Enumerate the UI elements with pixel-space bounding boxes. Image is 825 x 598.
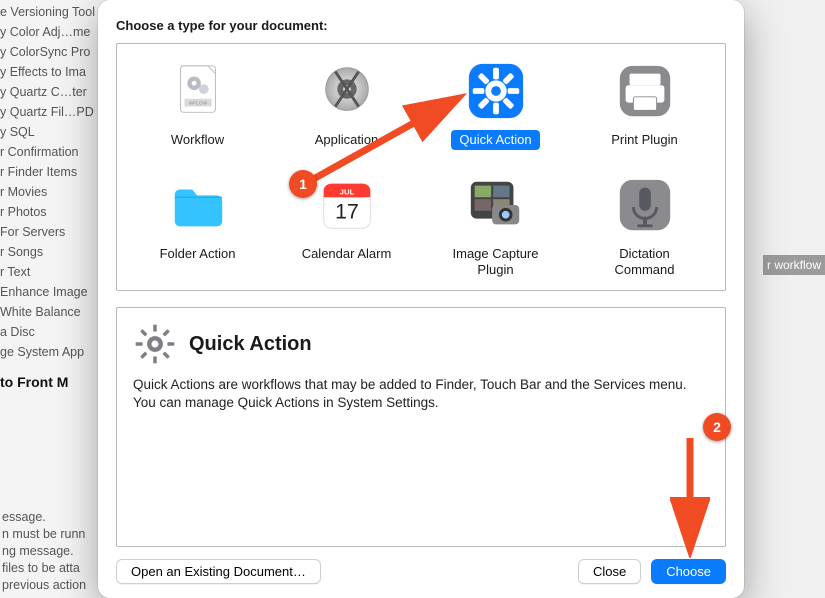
document-type-label: Dictation Command bbox=[607, 244, 683, 280]
document-type-label: Workflow bbox=[163, 130, 232, 150]
background-sidebar-item: For Servers bbox=[0, 222, 109, 242]
document-type-label: Image Capture Plugin bbox=[445, 244, 547, 280]
svg-text:WFLOW: WFLOW bbox=[188, 101, 207, 107]
background-sidebar-bold-row: to Front M bbox=[0, 362, 109, 398]
document-type-folder-action[interactable]: Folder Action bbox=[127, 172, 268, 280]
description-body: Quick Actions are workflows that may be … bbox=[133, 376, 709, 412]
open-existing-button[interactable]: Open an Existing Document… bbox=[116, 559, 321, 584]
background-sidebar-item: ge System App bbox=[0, 342, 109, 362]
background-sidebar-item: r Confirmation bbox=[0, 142, 109, 162]
background-sidebar-item: r Finder Items bbox=[0, 162, 109, 182]
document-type-dictation-command[interactable]: Dictation Command bbox=[574, 172, 715, 280]
calendar-alarm-icon: JUL 17 bbox=[314, 172, 380, 238]
annotation-step-2: 2 bbox=[703, 413, 731, 441]
description-title: Quick Action bbox=[189, 333, 312, 356]
document-chooser-sheet: Choose a type for your document: WFLOW W… bbox=[98, 0, 744, 598]
document-type-print-plugin[interactable]: Print Plugin bbox=[574, 58, 715, 150]
sheet-title: Choose a type for your document: bbox=[116, 18, 726, 33]
print-plugin-icon bbox=[612, 58, 678, 124]
quick-action-icon bbox=[463, 58, 529, 124]
document-type-label: Folder Action bbox=[152, 244, 244, 264]
background-right-chip: r workflow bbox=[763, 255, 825, 275]
workflow-icon: WFLOW bbox=[165, 58, 231, 124]
document-type-label: Calendar Alarm bbox=[294, 244, 400, 264]
document-type-label: Quick Action bbox=[451, 130, 539, 150]
dictation-icon bbox=[612, 172, 678, 238]
svg-text:JUL: JUL bbox=[339, 187, 354, 196]
annotation-step-1: 1 bbox=[289, 170, 317, 198]
background-sidebar-item: y Quartz Fil…PD bbox=[0, 102, 109, 122]
svg-text:17: 17 bbox=[335, 200, 359, 224]
document-type-grid: WFLOW Workflow Application bbox=[127, 58, 715, 280]
background-sidebar-item: r Songs bbox=[0, 242, 109, 262]
background-sidebar-item: y Effects to Ima bbox=[0, 62, 109, 82]
description-frame: Quick Action Quick Actions are workflows… bbox=[116, 307, 726, 547]
document-type-application[interactable]: Application bbox=[276, 58, 417, 150]
background-sidebar-item: White Balance bbox=[0, 302, 109, 322]
background-sidebar-item: y SQL bbox=[0, 122, 109, 142]
document-type-quick-action[interactable]: Quick Action bbox=[425, 58, 566, 150]
background-sidebar-item: Enhance Image bbox=[0, 282, 109, 302]
background-sidebar-item: y ColorSync Pro bbox=[0, 42, 109, 62]
document-type-image-capture-plugin[interactable]: Image Capture Plugin bbox=[425, 172, 566, 280]
background-sidebar-item: r Text bbox=[0, 262, 109, 282]
background-sidebar-item: y Color Adj…me bbox=[0, 22, 109, 42]
document-type-label: Application bbox=[307, 130, 387, 150]
background-sidebar-item: r Movies bbox=[0, 182, 109, 202]
background-sidebar-item: e Versioning Tool bbox=[0, 2, 109, 22]
close-button[interactable]: Close bbox=[578, 559, 641, 584]
folder-action-icon bbox=[165, 172, 231, 238]
background-sidebar-item: y Quartz C…ter bbox=[0, 82, 109, 102]
sheet-footer: Open an Existing Document… Close Choose bbox=[116, 559, 726, 584]
choose-button[interactable]: Choose bbox=[651, 559, 726, 584]
gear-icon bbox=[133, 322, 177, 366]
application-icon bbox=[314, 58, 380, 124]
background-sidebar-item: a Disc bbox=[0, 322, 109, 342]
image-capture-icon bbox=[463, 172, 529, 238]
document-type-workflow[interactable]: WFLOW Workflow bbox=[127, 58, 268, 150]
document-type-grid-frame: WFLOW Workflow Application bbox=[116, 43, 726, 291]
background-sidebar-item: r Photos bbox=[0, 202, 109, 222]
document-type-label: Print Plugin bbox=[603, 130, 685, 150]
